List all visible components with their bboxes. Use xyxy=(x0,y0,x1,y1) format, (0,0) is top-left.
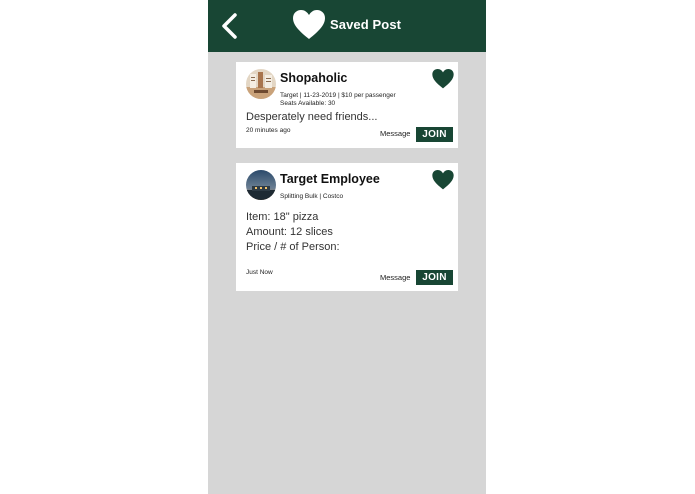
post-body-line: Amount: 12 slices xyxy=(246,226,333,238)
post-card: Target Employee Splitting Bulk | Costco … xyxy=(236,163,458,291)
app-screen: Saved Post Shopaholic Target | 11-23-201… xyxy=(208,0,486,494)
post-body-line: Price / # of Person: xyxy=(246,241,340,253)
seats-available: Seats Available: 30 xyxy=(280,100,336,107)
post-body: Desperately need friends... xyxy=(246,111,378,123)
post-author-name[interactable]: Shopaholic xyxy=(280,71,347,85)
message-link[interactable]: Message xyxy=(380,273,410,282)
avatar[interactable] xyxy=(246,69,276,99)
join-button[interactable]: JOIN xyxy=(416,270,453,285)
heart-icon xyxy=(293,10,325,39)
post-body-line: Item: 18" pizza xyxy=(246,211,319,223)
post-card: Shopaholic Target | 11-23-2019 | $10 per… xyxy=(236,62,458,148)
avatar-image xyxy=(246,69,276,99)
back-button[interactable] xyxy=(218,12,242,40)
join-button[interactable]: JOIN xyxy=(416,127,453,142)
saved-heart-icon[interactable] xyxy=(432,69,454,89)
post-meta: Target | 11-23-2019 | $10 per passenger xyxy=(280,92,396,99)
page-title: Saved Post xyxy=(330,17,402,32)
post-meta: Splitting Bulk | Costco xyxy=(280,193,344,200)
saved-heart-icon[interactable] xyxy=(432,170,454,190)
avatar[interactable] xyxy=(246,170,276,200)
header-bar: Saved Post xyxy=(208,0,486,52)
post-time: Just Now xyxy=(246,269,273,276)
chevron-left-icon xyxy=(222,13,237,39)
post-author-name[interactable]: Target Employee xyxy=(280,172,380,186)
post-time: 20 minutes ago xyxy=(246,127,291,134)
avatar-image xyxy=(246,170,276,200)
message-link[interactable]: Message xyxy=(380,129,410,138)
